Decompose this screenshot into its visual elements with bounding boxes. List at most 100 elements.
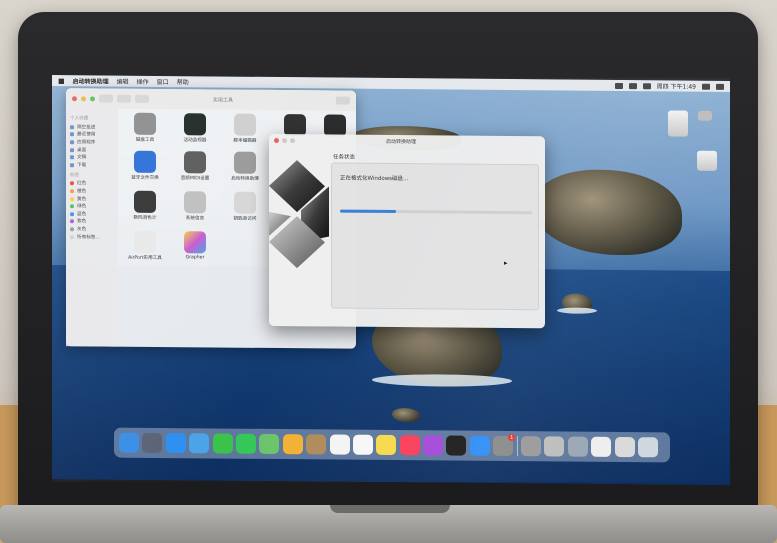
download-icon <box>70 162 74 167</box>
messages-icon[interactable] <box>235 433 256 454</box>
bluetooth-status-icon[interactable] <box>614 82 623 89</box>
spotlight-icon[interactable] <box>702 83 710 90</box>
sidebar-tag-yellow[interactable]: 黄色 <box>70 195 114 203</box>
app-keychain-access[interactable]: 钥匙串访问 <box>220 191 270 222</box>
sidebar-tag-purple[interactable]: 紫色 <box>70 218 114 226</box>
menu-item-edit[interactable]: 编辑 <box>117 77 129 86</box>
desktop-disk-image-icon[interactable] <box>668 110 688 137</box>
app-script-editor[interactable]: 脚本编辑器 <box>220 113 270 144</box>
podcasts-icon[interactable] <box>423 435 444 456</box>
control-center-icon[interactable] <box>716 83 724 90</box>
sidebar-all-tags[interactable]: 所有标签... <box>70 233 114 241</box>
app-grapher[interactable]: Grapher <box>170 231 220 260</box>
facetime-icon[interactable] <box>212 433 233 454</box>
sidebar-item-downloads[interactable]: 下载 <box>70 161 114 169</box>
trash-icon[interactable] <box>637 437 658 458</box>
sidebar-item-applications[interactable]: 应用程序 <box>70 138 114 146</box>
script-editor-icon <box>234 113 256 136</box>
back-forward-button[interactable] <box>99 94 113 103</box>
app-store-icon[interactable] <box>469 435 490 456</box>
mail-icon[interactable] <box>189 433 210 454</box>
app-system-information[interactable]: 系统信息 <box>170 191 220 221</box>
group-button[interactable] <box>135 94 149 103</box>
sidebar-item-documents[interactable]: 文稿 <box>70 154 114 162</box>
bluetooth-icon <box>134 150 156 173</box>
tv-icon[interactable] <box>446 435 467 456</box>
progress-fill <box>340 209 396 214</box>
menu-bar-status: 周四 下午1:49 <box>614 81 724 91</box>
finder-minimize-button[interactable] <box>81 95 86 101</box>
menu-item-window[interactable]: 窗口 <box>157 77 169 86</box>
system-info-icon <box>184 191 206 214</box>
battery-status-icon[interactable] <box>642 82 651 89</box>
disk-utility-icon[interactable] <box>544 436 565 457</box>
app-disk-utility[interactable]: 磁盘工具 <box>120 112 170 143</box>
safari-icon[interactable] <box>165 433 186 454</box>
contacts-icon[interactable] <box>306 434 327 455</box>
laptop-hinge <box>330 505 450 513</box>
disk-utility-icon <box>134 112 156 135</box>
app-bluetooth-file-exchange[interactable]: 蓝牙文件交换 <box>120 150 170 181</box>
apple-menu-icon[interactable]: ■ <box>58 77 65 85</box>
boot-camp-dialog: 启动转换助理 任务状态 正在格式化Windows磁盘... ▸ <box>269 133 545 329</box>
sidebar-tag-orange[interactable]: 橙色 <box>70 187 114 195</box>
reminders-icon[interactable] <box>352 434 373 455</box>
menu-item-action[interactable]: 操作 <box>137 77 149 86</box>
wifi-status-icon[interactable] <box>628 82 637 89</box>
finder-search-button[interactable] <box>336 96 350 105</box>
photos-icon[interactable] <box>282 434 303 455</box>
finder-sidebar: 个人收藏 隔空投送 最近使用 应用程序 桌面 文稿 下载 标签 红色 橙色 黄色… <box>66 108 118 347</box>
task-status-label: 任务状态 <box>333 154 356 161</box>
dock-separator <box>516 436 518 457</box>
app-audio-midi-setup[interactable]: 音频MIDI设置 <box>170 151 220 181</box>
installer-icon[interactable] <box>567 436 588 457</box>
sidebar-tag-gray[interactable]: 灰色 <box>70 225 114 233</box>
sidebar-tag-blue[interactable]: 蓝色 <box>70 210 114 218</box>
sidebar-item-airdrop[interactable]: 隔空投送 <box>70 123 114 131</box>
view-mode-button[interactable] <box>117 94 131 103</box>
finder-title: 实用工具 <box>213 96 234 104</box>
desktop-icon <box>70 147 74 152</box>
desktop-drive-icon[interactable] <box>697 150 717 171</box>
finder-zoom-button[interactable] <box>90 95 95 101</box>
dialog-close-button[interactable] <box>274 137 279 143</box>
finder-close-button[interactable] <box>72 95 77 101</box>
launchpad-icon[interactable] <box>142 432 163 454</box>
sidebar-tag-green[interactable]: 绿色 <box>70 203 114 211</box>
desktop-document-icon[interactable] <box>698 110 712 121</box>
menu-clock[interactable]: 周四 下午1:49 <box>657 81 696 90</box>
finder-icon[interactable] <box>119 432 139 453</box>
menu-app-name[interactable]: 启动转换助理 <box>73 76 109 85</box>
menu-item-help[interactable]: 帮助 <box>177 77 189 86</box>
desktop-screen: ■ 启动转换助理 编辑 操作 窗口 帮助 周四 下午1:49 实用工具 个人收藏 <box>52 75 730 485</box>
app-digital-color-meter[interactable]: 数码测色计 <box>120 190 170 221</box>
music-icon[interactable] <box>399 435 420 456</box>
finder-toolbar: 实用工具 <box>66 88 356 111</box>
gray-tag-icon <box>70 227 74 232</box>
sidebar-item-recents[interactable]: 最近使用 <box>70 131 114 139</box>
notes-icon[interactable] <box>376 434 397 456</box>
boot-camp-assistant-icon[interactable] <box>521 436 542 457</box>
app-boot-camp-assistant[interactable]: 启动转换助理 <box>220 151 270 182</box>
clock-icon <box>70 132 74 137</box>
console-icon <box>324 114 346 137</box>
sidebar-item-desktop[interactable]: 桌面 <box>70 146 114 154</box>
system-preferences-icon[interactable]: 1 <box>493 434 516 457</box>
app-airport-utility[interactable]: AirPort实用工具 <box>120 230 170 261</box>
sidebar-tag-red[interactable]: 红色 <box>70 180 114 188</box>
dialog-title: 启动转换助理 <box>386 138 417 145</box>
calendar-icon[interactable] <box>329 434 350 455</box>
sidebar-section-tags: 标签 <box>70 172 80 178</box>
dialog-minimize-button[interactable] <box>282 137 287 143</box>
app-activity-monitor[interactable]: 活动监视器 <box>170 113 220 143</box>
red-tag-icon <box>70 181 74 186</box>
all-tags-icon <box>70 234 74 239</box>
dialog-zoom-button[interactable] <box>290 137 295 143</box>
maps-icon[interactable] <box>259 433 280 455</box>
terminal-icon <box>284 114 306 137</box>
boot-camp-icon <box>234 151 256 174</box>
purple-tag-icon <box>70 219 74 224</box>
document-icon[interactable] <box>591 436 612 457</box>
disk-image-icon[interactable] <box>614 436 635 458</box>
airport-utility-icon <box>134 230 156 253</box>
